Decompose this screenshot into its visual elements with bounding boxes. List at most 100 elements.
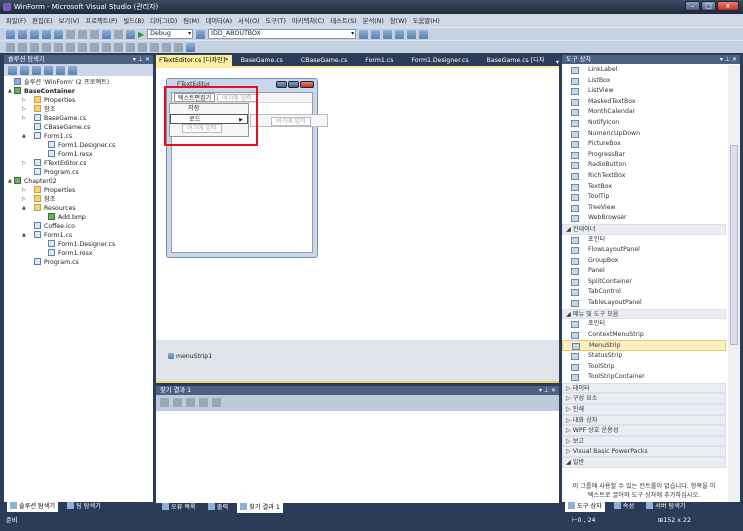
tree-item[interactable]: ▷ Properties bbox=[4, 96, 153, 105]
expand-arrow-icon[interactable]: ▲ bbox=[8, 87, 12, 96]
toolbox-item[interactable]: 포인터 bbox=[562, 319, 726, 330]
tree-item[interactable]: Form1.resx bbox=[4, 249, 153, 258]
expand-arrow-icon[interactable]: ▷ bbox=[22, 159, 26, 168]
toolbox-item[interactable]: StatusStrip bbox=[562, 351, 726, 362]
expand-arrow-icon[interactable]: ▷ bbox=[22, 96, 26, 105]
same-height-icon[interactable] bbox=[102, 42, 111, 52]
tree-item[interactable]: ▷ 참조 bbox=[4, 105, 153, 114]
find-in-files-icon[interactable] bbox=[359, 29, 369, 39]
menu-4[interactable]: 빌드(B) bbox=[123, 16, 144, 25]
show-all-icon[interactable] bbox=[20, 66, 29, 75]
toolbox-item[interactable]: PictureBox bbox=[562, 139, 726, 150]
toolbox-item[interactable]: TableLayoutPanel bbox=[562, 298, 726, 309]
expand-arrow-icon[interactable]: ▲ bbox=[22, 231, 26, 240]
clear-icon[interactable] bbox=[199, 398, 208, 407]
tab-overflow-icon[interactable]: ▾ bbox=[556, 59, 559, 66]
menu-10[interactable]: 아키텍처(C) bbox=[292, 16, 324, 25]
tab-order-icon[interactable] bbox=[186, 42, 195, 52]
toolbox-item[interactable]: MenuStrip bbox=[562, 340, 726, 352]
tree-item[interactable]: Form1.resx bbox=[4, 150, 153, 159]
toolbox-group[interactable]: ▷ WPF 상호 운용성 bbox=[562, 425, 726, 436]
add-item-icon[interactable] bbox=[18, 29, 27, 39]
navigate-icon[interactable] bbox=[126, 29, 135, 39]
doc-tab[interactable]: Form1.cs bbox=[356, 55, 402, 66]
toolbox-item[interactable]: ProgressBar bbox=[562, 150, 726, 161]
toolbox-item[interactable]: ListBox bbox=[562, 76, 726, 87]
align-bottom-icon[interactable] bbox=[78, 42, 87, 52]
properties-icon[interactable] bbox=[8, 66, 17, 75]
toolbox-item[interactable]: NumericUpDown bbox=[562, 129, 726, 140]
same-width-icon[interactable] bbox=[90, 42, 99, 52]
toolbox-item[interactable]: WebBrowser bbox=[562, 213, 726, 224]
center-h-icon[interactable] bbox=[138, 42, 147, 52]
menu-12[interactable]: 분석(N) bbox=[363, 16, 384, 25]
tree-item[interactable]: ▲ BaseContainer bbox=[4, 87, 153, 96]
toolbox-group[interactable]: ◢ 메뉴 및 도구 모음 bbox=[562, 308, 726, 320]
toolbox-item[interactable]: ToolStripContainer bbox=[562, 372, 726, 383]
tray-item-menustrip1[interactable]: menuStrip1 bbox=[168, 353, 212, 360]
solution-explorer-icon[interactable] bbox=[371, 29, 381, 39]
expand-arrow-icon[interactable]: ▷ bbox=[22, 105, 26, 114]
toolbox-item[interactable]: GroupBox bbox=[562, 256, 726, 267]
toolbox-icon[interactable] bbox=[407, 29, 417, 39]
toolbox-group[interactable]: ▷ 인쇄 bbox=[562, 404, 726, 415]
toolbox-item[interactable]: SplitContainer bbox=[562, 277, 726, 288]
copy-icon[interactable] bbox=[78, 29, 87, 39]
menu-11[interactable]: 테스트(S) bbox=[330, 16, 356, 25]
toolbox-item[interactable]: ListView bbox=[562, 86, 726, 97]
panel-tab[interactable]: 서버 탐색기 bbox=[643, 502, 688, 512]
doc-tab[interactable]: FTextEditor.cs [디자인]* ✕ bbox=[156, 55, 232, 75]
doc-tab[interactable]: Form1.Designer.cs bbox=[402, 55, 477, 66]
tree-item[interactable]: ▲ Form1.cs bbox=[4, 132, 153, 141]
maximize-button[interactable]: □ bbox=[701, 1, 716, 11]
object-browser-icon[interactable] bbox=[395, 29, 405, 39]
menu-14[interactable]: 도움말(H) bbox=[413, 16, 440, 25]
tree-item[interactable]: Add.bmp bbox=[4, 213, 153, 222]
panel-controls[interactable]: ▾ ⊥ ✕ bbox=[539, 386, 556, 395]
tree-item[interactable]: ▲ Resources bbox=[4, 204, 153, 213]
find-combo[interactable]: IDD_ABOUTBOX bbox=[208, 29, 357, 39]
toolbox-scrollbar[interactable] bbox=[728, 65, 740, 502]
expand-arrow-icon[interactable]: ▷ bbox=[22, 195, 26, 204]
toolbox-group[interactable]: ◢ 컨테이너 bbox=[562, 223, 726, 235]
same-size-icon[interactable] bbox=[114, 42, 123, 52]
tree-item[interactable]: ▷ FTextEditor.cs bbox=[4, 159, 153, 168]
tree-item[interactable]: Form1.Designer.cs bbox=[4, 141, 153, 150]
panel-tab[interactable]: 오류 목록 bbox=[159, 503, 199, 513]
menu-9[interactable]: 도구(T) bbox=[266, 16, 286, 25]
cut-icon[interactable] bbox=[66, 29, 75, 39]
type-here-placeholder[interactable]: 여기에 입력 bbox=[271, 117, 311, 126]
tree-item[interactable]: Program.cs bbox=[4, 258, 153, 267]
panel-tab[interactable]: 팀 탐색기 bbox=[64, 502, 104, 512]
menu-8[interactable]: 서식(O) bbox=[238, 16, 259, 25]
toolbox-item[interactable]: FlowLayoutPanel bbox=[562, 245, 726, 256]
toolbox-item[interactable]: Panel bbox=[562, 266, 726, 277]
start-page-icon[interactable] bbox=[419, 29, 429, 39]
start-debug-icon[interactable]: ▶ bbox=[138, 30, 144, 39]
align-top-icon[interactable] bbox=[54, 42, 63, 52]
toolbox-item[interactable]: ToolTip bbox=[562, 192, 726, 203]
minimize-button[interactable]: – bbox=[685, 1, 700, 11]
panel-tab[interactable]: 찾기 결과 1 bbox=[237, 503, 283, 513]
expand-arrow-icon[interactable]: ▷ bbox=[22, 186, 26, 195]
tree-item[interactable]: CBaseGame.cs bbox=[4, 123, 153, 132]
menu-13[interactable]: 창(W) bbox=[390, 16, 407, 25]
panel-tab[interactable]: 속성 bbox=[611, 502, 637, 512]
close-button[interactable]: x bbox=[717, 1, 739, 11]
redo-icon[interactable] bbox=[114, 29, 123, 39]
tree-item[interactable]: ▷ Properties bbox=[4, 186, 153, 195]
properties-icon[interactable] bbox=[383, 29, 393, 39]
toolbox-item[interactable]: ContextMenuStrip bbox=[562, 330, 726, 341]
menu-3[interactable]: 프로젝트(P) bbox=[85, 16, 117, 25]
toolbox-group[interactable]: ▷ 보고 bbox=[562, 435, 726, 447]
align-grid-icon[interactable] bbox=[6, 42, 15, 52]
tree-item[interactable]: ▷ 참조 bbox=[4, 195, 153, 204]
refresh-icon[interactable] bbox=[32, 66, 41, 75]
toolbox-group[interactable]: ▷ 구성 요소 bbox=[562, 393, 726, 404]
send-back-icon[interactable] bbox=[174, 42, 183, 52]
prev-result-icon[interactable] bbox=[173, 398, 182, 407]
tree-item[interactable]: Form1.Designer.cs bbox=[4, 240, 153, 249]
expand-arrow-icon[interactable]: ▲ bbox=[8, 177, 12, 186]
expand-arrow-icon[interactable]: ▲ bbox=[22, 132, 26, 141]
stop-find-icon[interactable] bbox=[212, 398, 221, 407]
